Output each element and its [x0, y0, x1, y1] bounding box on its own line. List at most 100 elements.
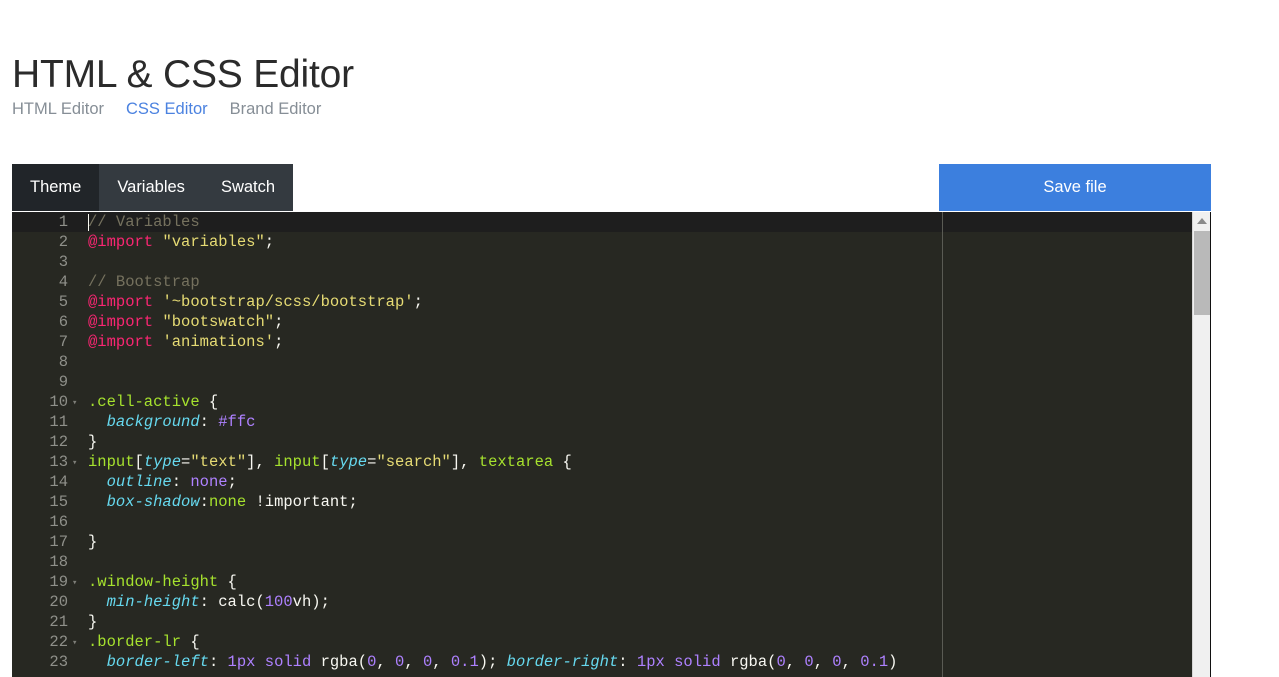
nav-link-css-editor[interactable]: CSS Editor: [126, 100, 208, 119]
token: border-left: [106, 653, 209, 671]
line-number: 4: [58, 273, 68, 291]
code-line[interactable]: 6 @import "bootswatch";: [12, 312, 1192, 332]
editor-page: HTML & CSS Editor HTML Editor CSS Editor B…: [0, 0, 1279, 677]
fold-toggle-icon[interactable]: ▾: [72, 572, 82, 594]
line-content: .window-height {: [88, 572, 237, 592]
line-number: 2: [58, 233, 68, 251]
token: solid: [674, 653, 721, 671]
token: :: [208, 653, 228, 671]
line-number: 14: [49, 473, 68, 491]
line-content: background: #ffc: [88, 412, 256, 432]
fold-toggle-icon[interactable]: ▾: [72, 392, 82, 414]
code-line[interactable]: 10 ▾ .cell-active {: [12, 392, 1192, 412]
code-line[interactable]: 13 ▾ input[type="text"], input[type="searc…: [12, 452, 1192, 472]
code-line[interactable]: 1 // Variables: [12, 212, 1192, 232]
code-line[interactable]: 2 @import "variables";: [12, 232, 1192, 252]
fold-toggle-icon[interactable]: ▾: [72, 632, 82, 654]
token: 0: [422, 653, 433, 671]
token: ;: [274, 333, 284, 351]
code-line[interactable]: 16: [12, 512, 1192, 532]
line-content: }: [88, 432, 97, 452]
token: "variables": [162, 233, 265, 251]
line-content: .cell-active {: [88, 392, 218, 412]
token: // Bootstrap: [88, 273, 200, 291]
nav-link-html-editor[interactable]: HTML Editor: [12, 100, 104, 119]
token: 0.1: [860, 653, 889, 671]
code-line[interactable]: 19 ▾ .window-height {: [12, 572, 1192, 592]
token: =: [181, 453, 191, 471]
line-content: // Variables: [88, 212, 200, 232]
code-line[interactable]: 22 ▾ .border-lr {: [12, 632, 1192, 652]
line-number: 19: [49, 573, 68, 591]
token: 0: [832, 653, 842, 671]
code-line[interactable]: 14 outline: none;: [12, 472, 1192, 492]
line-content: border-left: 1px solid rgba(0, 0, 0, 0.1…: [88, 652, 898, 672]
code-line[interactable]: 23 border-left: 1px solid rgba(0, 0, 0, …: [12, 652, 1192, 672]
code-line[interactable]: 21}: [12, 612, 1192, 632]
fold-toggle-icon[interactable]: ▾: [72, 452, 82, 474]
tab-theme[interactable]: Theme: [12, 164, 100, 211]
editor-edge: [1210, 212, 1211, 677]
token: #ffc: [218, 413, 256, 431]
token: 'animations': [162, 333, 275, 351]
tab-variables[interactable]: Variables: [99, 164, 203, 211]
line-number: 9: [58, 373, 68, 391]
line-number: 13: [49, 453, 68, 471]
code-line[interactable]: 5 @import '~bootstrap/scss/bootstrap';: [12, 292, 1192, 312]
code-line[interactable]: 11 background: #ffc: [12, 412, 1192, 432]
token: {: [199, 393, 219, 411]
token: ,: [404, 653, 423, 671]
page-title: HTML & CSS Editor: [12, 53, 354, 97]
code-line[interactable]: 4 // Bootstrap: [12, 272, 1192, 292]
code-line[interactable]: 17}: [12, 532, 1192, 552]
token: 0.1: [450, 653, 479, 671]
token: [: [320, 453, 330, 471]
token: ,: [432, 653, 451, 671]
scrollbar-thumb[interactable]: [1194, 231, 1211, 315]
code-content[interactable]: 1 // Variables 2 @import "variables"; 3 4 // B…: [12, 212, 1192, 672]
token: rgba(: [311, 653, 368, 671]
token: ,: [813, 653, 833, 671]
token: // Variables: [88, 213, 200, 231]
line-content: input[type="text"], input[type="search"]…: [88, 452, 572, 472]
token: );: [311, 593, 330, 611]
code-line[interactable]: 12}: [12, 432, 1192, 452]
scroll-up-arrow-icon[interactable]: [1193, 212, 1211, 229]
code-line[interactable]: 20 min-height: calc(100vh);: [12, 592, 1192, 612]
save-file-button[interactable]: Save file: [939, 164, 1211, 211]
code-line[interactable]: 18: [12, 552, 1192, 572]
token: ],: [450, 453, 479, 471]
token: background: [106, 413, 200, 431]
code-line[interactable]: 15 box-shadow:none !important;: [12, 492, 1192, 512]
code-line[interactable]: 7 @import 'animations';: [12, 332, 1192, 352]
line-number: 1: [58, 213, 68, 231]
line-content: // Bootstrap: [88, 272, 200, 292]
token: ,: [376, 653, 396, 671]
code-line[interactable]: 3: [12, 252, 1192, 272]
line-content: min-height: calc(100vh);: [88, 592, 330, 612]
code-editor[interactable]: 1 // Variables 2 @import "variables"; 3 4 // B…: [12, 212, 1211, 677]
code-line[interactable]: 9: [12, 372, 1192, 392]
editor-vertical-scrollbar[interactable]: [1192, 212, 1211, 677]
token: :: [199, 493, 209, 511]
line-content: outline: none;: [88, 472, 237, 492]
line-number: 10: [49, 393, 68, 411]
token: .cell-active: [88, 393, 200, 411]
token: solid: [264, 653, 312, 671]
token: min-height: [106, 593, 200, 611]
token: }: [88, 433, 98, 451]
token: @import: [88, 233, 154, 251]
code-line[interactable]: 8: [12, 352, 1192, 372]
line-content: }: [88, 612, 97, 632]
token: !important: [255, 493, 349, 511]
token: 100: [264, 593, 293, 611]
line-number: 16: [49, 513, 68, 531]
token: ;: [348, 493, 358, 511]
tab-swatch[interactable]: Swatch: [202, 164, 294, 211]
token: none: [208, 493, 247, 511]
line-number: 21: [49, 613, 68, 631]
nav-link-brand-editor[interactable]: Brand Editor: [230, 100, 322, 119]
